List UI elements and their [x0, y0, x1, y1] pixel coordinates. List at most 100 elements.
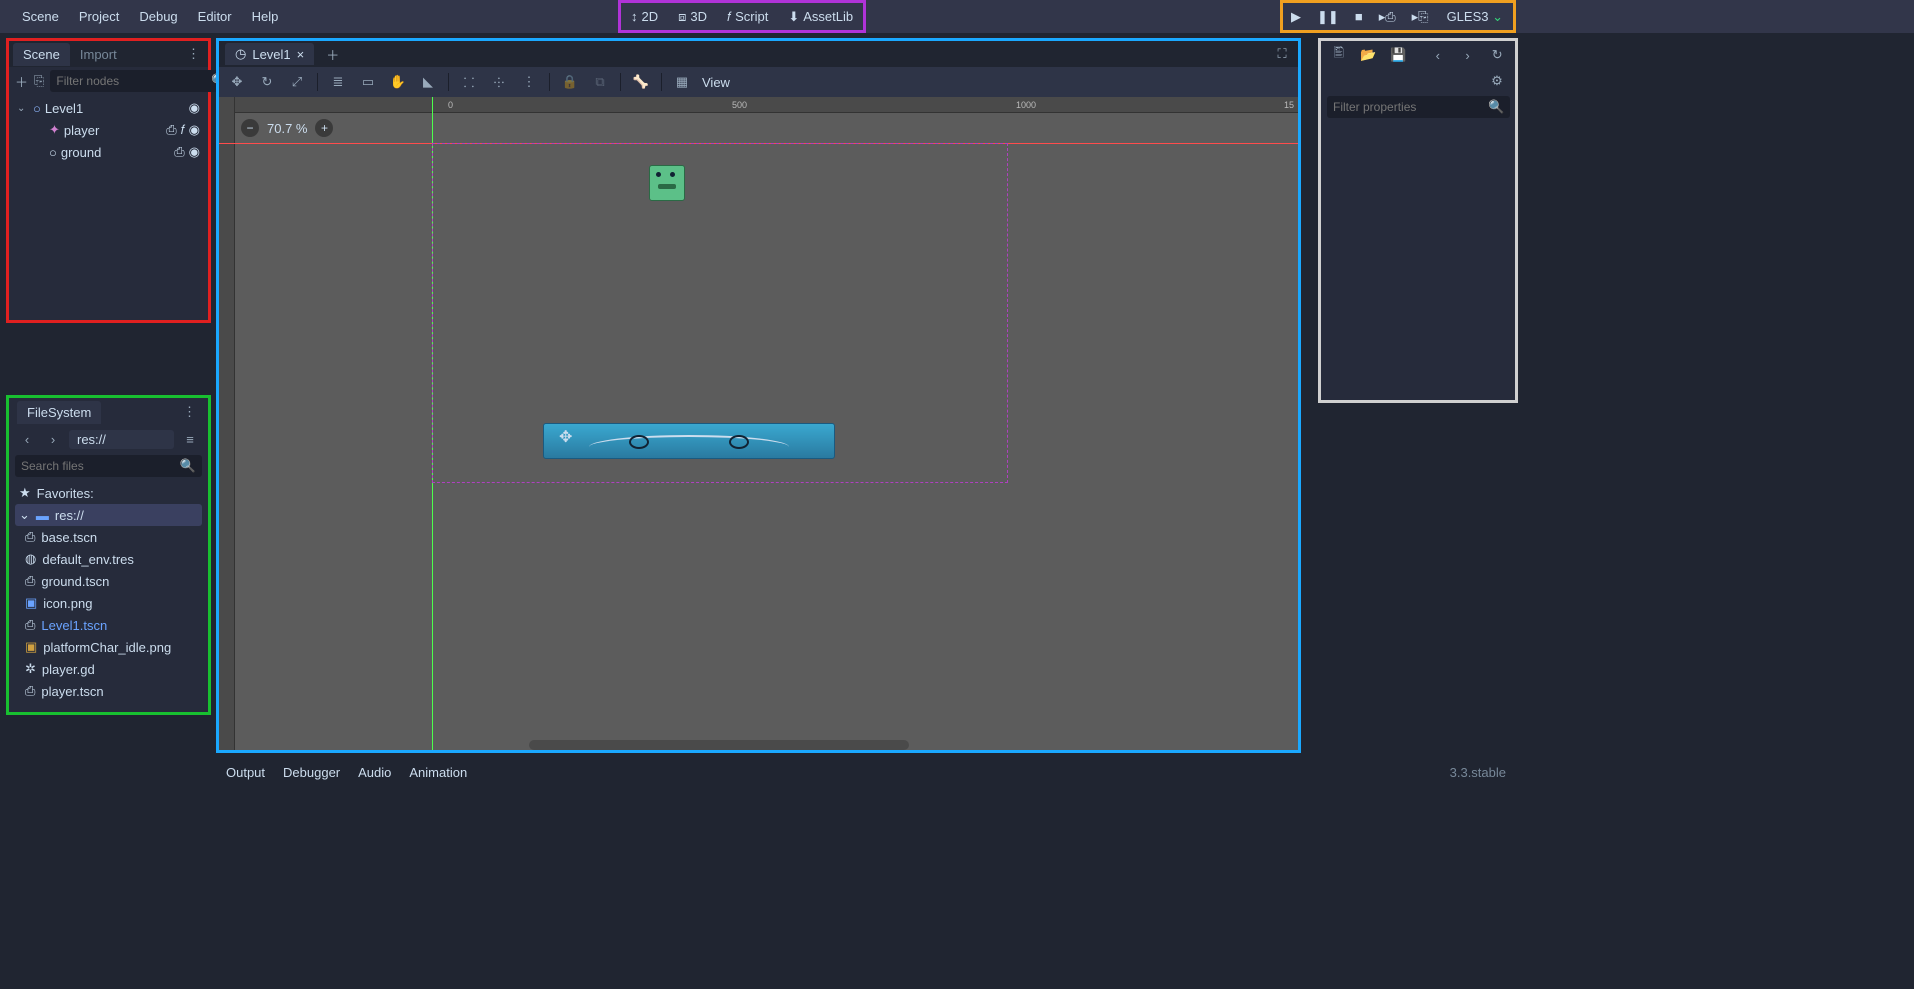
- file-row[interactable]: ▣platformChar_idle.png: [15, 636, 202, 658]
- horizontal-scrollbar[interactable]: [529, 740, 909, 750]
- search-files-field[interactable]: [21, 459, 180, 473]
- play-scene-button[interactable]: ▸⎙: [1371, 3, 1404, 31]
- snap-options-icon[interactable]: ⋮: [519, 72, 539, 92]
- play-custom-button[interactable]: ▸⎘: [1404, 3, 1437, 31]
- workspace-2d[interactable]: ↕ 2D: [621, 3, 668, 30]
- bottom-tab-output[interactable]: Output: [226, 765, 265, 780]
- menubar: Scene Project Debug Editor Help: [0, 0, 1914, 33]
- menu-project[interactable]: Project: [69, 3, 129, 30]
- file-row[interactable]: ✲player.gd: [15, 658, 202, 680]
- star-icon: ★: [19, 485, 31, 501]
- workspace-assetlib[interactable]: ⬇ AssetLib: [778, 3, 863, 31]
- open-resource-icon[interactable]: 📂: [1359, 45, 1379, 65]
- import-tab[interactable]: Import: [70, 43, 127, 66]
- bottom-tab-audio[interactable]: Audio: [358, 765, 391, 780]
- tree-node-player[interactable]: ✦ player ⎙ 𝑓 ◉: [15, 119, 202, 141]
- preview-icon[interactable]: ▦: [672, 72, 692, 92]
- pause-button[interactable]: ❚❚: [1309, 3, 1347, 31]
- save-resource-icon[interactable]: 💾: [1388, 45, 1408, 65]
- filter-properties-field[interactable]: [1333, 100, 1488, 114]
- file-row[interactable]: ⎙Level1.tscn: [15, 614, 202, 636]
- menu-scene[interactable]: Scene: [12, 3, 69, 30]
- bottom-tab-animation[interactable]: Animation: [409, 765, 467, 780]
- rect-select-icon[interactable]: ▭: [358, 72, 378, 92]
- file-name: ground.tscn: [41, 574, 109, 589]
- zoom-in-icon[interactable]: +: [315, 119, 333, 137]
- move-tool-icon[interactable]: ↻: [257, 72, 277, 92]
- path-display[interactable]: res://: [69, 430, 174, 449]
- view-menu[interactable]: View: [702, 75, 730, 90]
- renderer-dropdown[interactable]: GLES3 ⌄: [1437, 3, 1513, 31]
- workspace-3d[interactable]: ⧈ 3D: [668, 3, 717, 31]
- menu-editor[interactable]: Editor: [188, 3, 242, 30]
- file-row[interactable]: ⎙player.tscn: [15, 680, 202, 702]
- ruler-tool-icon[interactable]: ◣: [418, 72, 438, 92]
- zoom-value[interactable]: 70.7 %: [267, 121, 307, 136]
- view-mode-icon[interactable]: ≡: [180, 429, 200, 449]
- visibility-icon[interactable]: ◉: [189, 144, 200, 160]
- move-gizmo-icon[interactable]: ✥: [559, 427, 572, 447]
- new-resource-icon[interactable]: 🖺: [1329, 45, 1349, 65]
- workspace-script-label: Script: [735, 9, 768, 24]
- favorites-header[interactable]: ★ Favorites:: [15, 482, 202, 504]
- play-button[interactable]: ▶: [1283, 3, 1309, 31]
- list-select-icon[interactable]: ≣: [328, 72, 348, 92]
- scene-file-icon: ⎙: [25, 683, 35, 699]
- object-options-icon[interactable]: ⚙: [1487, 71, 1507, 91]
- instance-icon[interactable]: ⎙: [166, 122, 176, 138]
- chevron-down-icon[interactable]: ⌄: [17, 103, 29, 114]
- player-sprite[interactable]: [649, 165, 685, 201]
- 3d-icon: ⧈: [678, 9, 686, 25]
- tree-node-level1[interactable]: ⌄ ○ Level1 ◉: [15, 97, 202, 119]
- search-files-input[interactable]: 🔍: [15, 455, 202, 477]
- tree-node-ground[interactable]: ○ ground ⎙ ◉: [15, 141, 202, 163]
- scene-dock-menu-icon[interactable]: ⋮: [183, 42, 204, 66]
- filter-nodes-input[interactable]: 🔍: [50, 70, 233, 92]
- history-back-icon[interactable]: ‹: [1428, 45, 1448, 65]
- new-scene-tab-icon[interactable]: ＋: [318, 42, 347, 67]
- history-forward-icon[interactable]: ›: [1458, 45, 1478, 65]
- scale-tool-icon[interactable]: ⤢: [287, 72, 307, 92]
- filesystem-tab[interactable]: FileSystem: [17, 401, 101, 424]
- history-menu-icon[interactable]: ↻: [1487, 45, 1507, 65]
- zoom-out-icon[interactable]: −: [241, 119, 259, 137]
- file-row[interactable]: ◍default_env.tres: [15, 548, 202, 570]
- file-row[interactable]: ▣icon.png: [15, 592, 202, 614]
- bottom-tab-debugger[interactable]: Debugger: [283, 765, 340, 780]
- file-row[interactable]: ⎙base.tscn: [15, 526, 202, 548]
- nav-back-icon[interactable]: ‹: [17, 429, 37, 449]
- instance-icon[interactable]: ⎙: [174, 144, 184, 160]
- scene-tab[interactable]: Scene: [13, 43, 70, 66]
- canvas[interactable]: 0 500 1000 15 − 70.7 % + ✥: [219, 97, 1298, 750]
- smart-snap-icon[interactable]: ⸭: [489, 72, 509, 92]
- select-tool-icon[interactable]: ✥: [227, 72, 247, 92]
- snap-toggle-icon[interactable]: ⸬: [459, 72, 479, 92]
- menu-help[interactable]: Help: [242, 3, 289, 30]
- root-folder[interactable]: ⌄ ▬ res://: [15, 504, 202, 526]
- filesystem-menu-icon[interactable]: ⋮: [179, 400, 200, 424]
- filter-properties-input[interactable]: 🔍: [1327, 96, 1510, 118]
- pan-tool-icon[interactable]: ✋: [388, 72, 408, 92]
- visibility-icon[interactable]: ◉: [189, 122, 200, 138]
- menu-debug[interactable]: Debug: [129, 3, 187, 30]
- ground-sprite[interactable]: [543, 423, 835, 459]
- workspace-assetlib-label: AssetLib: [803, 9, 853, 24]
- stop-button[interactable]: ■: [1347, 3, 1371, 30]
- bone-icon[interactable]: 🦴: [631, 72, 651, 92]
- close-icon[interactable]: ×: [297, 47, 305, 62]
- workspace-script[interactable]: 𝑓 Script: [717, 3, 778, 31]
- visibility-icon[interactable]: ◉: [189, 100, 200, 116]
- scene-tab-level1[interactable]: ◷ Level1 ×: [225, 43, 314, 65]
- script-icon[interactable]: 𝑓: [181, 122, 185, 138]
- scene-file-icon: ◷: [235, 46, 246, 62]
- file-row[interactable]: ⎙ground.tscn: [15, 570, 202, 592]
- chevron-down-icon[interactable]: ⌄: [19, 507, 30, 523]
- expand-icon[interactable]: ⛶: [1272, 44, 1292, 64]
- nav-forward-icon[interactable]: ›: [43, 429, 63, 449]
- add-node-icon[interactable]: ＋: [15, 71, 28, 91]
- lock-icon[interactable]: 🔒: [560, 72, 580, 92]
- filter-nodes-field[interactable]: [56, 74, 211, 88]
- 2d-icon: ↕: [631, 9, 638, 24]
- instance-scene-icon[interactable]: ⎘: [34, 71, 44, 91]
- group-icon[interactable]: ⧉: [590, 72, 610, 92]
